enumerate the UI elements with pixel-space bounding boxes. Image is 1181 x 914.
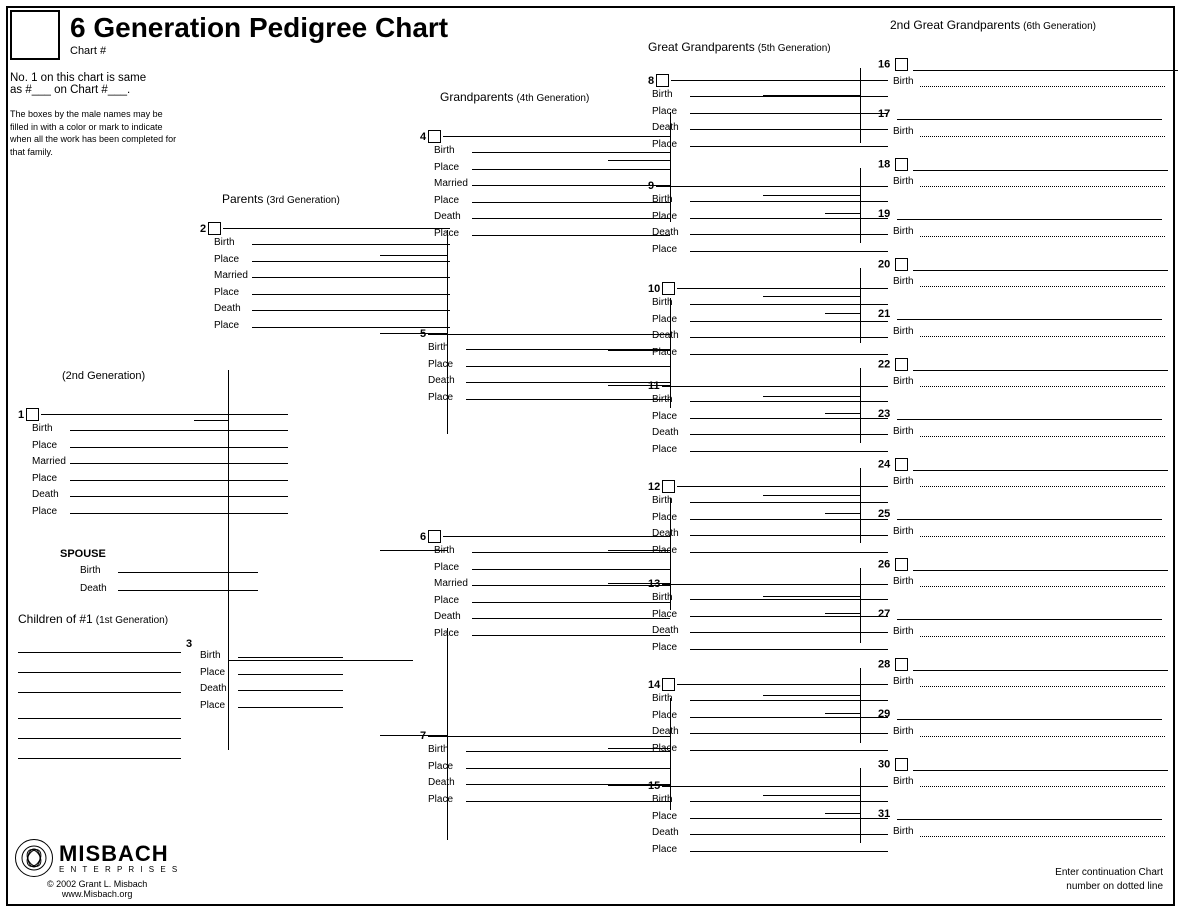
- continuation-text2: number on dotted line: [1055, 880, 1163, 894]
- company-sub: E N T E R P R I S E S: [59, 865, 179, 874]
- website: www.Misbach.org: [62, 889, 133, 899]
- copyright: © 2002 Grant L. Misbach: [47, 879, 147, 889]
- company-name: MISBACH: [59, 843, 179, 865]
- continuation-text: Enter continuation Chart: [1055, 866, 1163, 880]
